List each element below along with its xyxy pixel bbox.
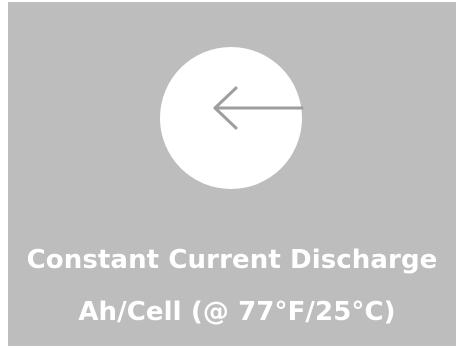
- caption-line-1: Constant Current Discharge: [26, 245, 438, 275]
- caption-line-2: Ah/Cell (@ 77°F/25°C): [78, 297, 396, 327]
- discharge-card[interactable]: Constant Current Discharge Ah/Cell (@ 77…: [8, 2, 456, 346]
- card-caption: Constant Current Discharge Ah/Cell (@ 77…: [8, 234, 456, 338]
